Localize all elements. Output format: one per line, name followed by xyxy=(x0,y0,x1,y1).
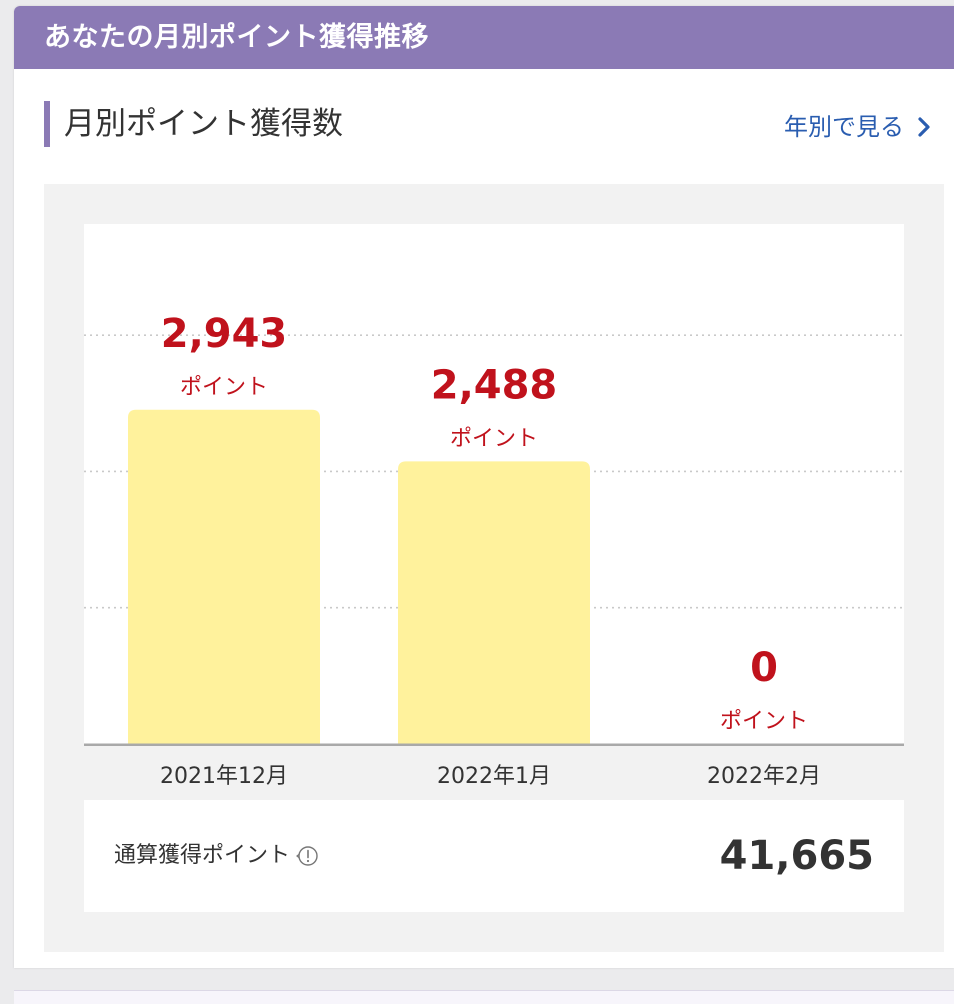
section-title: 月別ポイント獲得数 xyxy=(64,106,343,142)
x-tick-label: 2022年1月 xyxy=(437,764,551,789)
bar-unit-label: ポイント xyxy=(450,426,538,451)
chart-area: 2,943 ポイント 2,488 ポイント 0 ポイント xyxy=(84,224,904,746)
chart-panel: 2,943 ポイント 2,488 ポイント 0 ポイント 2021年12月 2022年1月… xyxy=(44,184,944,952)
total-points-value: 41,665 xyxy=(719,833,874,879)
card-header: あなたの月別ポイント獲得推移 xyxy=(14,6,954,69)
monthly-points-chart: 2,943 ポイント 2,488 ポイント 0 ポイント xyxy=(84,311,904,746)
chevron-right-icon xyxy=(918,117,930,137)
total-points-box: 通算獲得ポイント 41,665 xyxy=(84,800,904,912)
x-tick-label: 2022年2月 xyxy=(707,764,821,789)
bar-value-label: 2,943 xyxy=(161,311,288,357)
bar-value-label: 2,488 xyxy=(431,362,558,408)
total-points-label: 通算獲得ポイント xyxy=(114,843,291,868)
info-icon[interactable] xyxy=(296,844,320,868)
bar xyxy=(398,461,590,744)
x-axis-labels: 2021年12月 2022年1月 2022年2月 xyxy=(84,758,904,794)
next-section-strip xyxy=(14,990,954,1004)
x-tick-label: 2021年12月 xyxy=(160,764,288,789)
bar-unit-label: ポイント xyxy=(720,709,808,734)
bar-value-label: 0 xyxy=(750,645,778,691)
view-by-year-link[interactable]: 年別で見る xyxy=(784,107,932,147)
view-by-year-label: 年別で見る xyxy=(784,113,904,141)
bar xyxy=(128,409,320,744)
total-points-label-row: 通算獲得ポイント xyxy=(114,836,320,876)
points-history-card: あなたの月別ポイント獲得推移 月別ポイント獲得数 年別で見る 2,943 ポイント… xyxy=(14,6,954,968)
bar-unit-label: ポイント xyxy=(180,375,268,400)
section-accent-bar xyxy=(44,101,50,147)
